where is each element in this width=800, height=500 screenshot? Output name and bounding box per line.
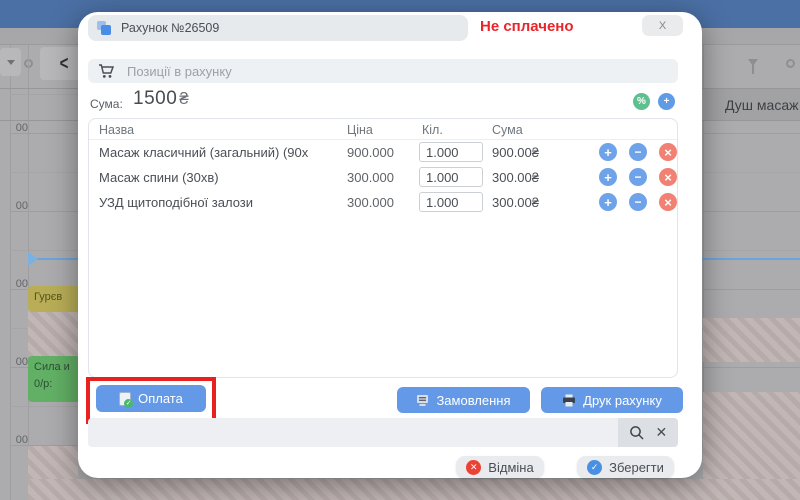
item-sum: 300.00₴	[492, 195, 539, 210]
items-search-field[interactable]: Позиції в рахунку	[88, 59, 678, 83]
discount-percent-button[interactable]: %	[633, 93, 650, 110]
sum-label: Сума:	[90, 97, 123, 111]
item-price: 900.000	[347, 145, 394, 160]
table-row: Масаж класичний (загальний) (90х 900.000…	[89, 140, 677, 165]
delete-item-button[interactable]	[659, 168, 677, 186]
clear-search-icon[interactable]: ✕	[656, 424, 668, 441]
filter-icon	[748, 59, 758, 66]
qty-input[interactable]	[419, 142, 483, 162]
column-header-qty: Кіл.	[422, 123, 443, 137]
busy-slot	[28, 479, 800, 500]
busy-slot	[28, 446, 78, 480]
item-price: 300.000	[347, 195, 394, 210]
chevron-down-icon	[7, 60, 15, 65]
busy-slot	[28, 305, 78, 357]
order-icon	[416, 394, 429, 407]
payment-check-icon: ✓	[119, 392, 131, 406]
event-title: Сила и	[34, 359, 74, 376]
cancel-button[interactable]: ✕ Відміна	[456, 456, 544, 478]
busy-slot	[703, 318, 800, 362]
cart-icon	[98, 63, 115, 79]
items-search-placeholder: Позиції в рахунку	[127, 64, 232, 79]
item-sum: 900.00₴	[492, 145, 539, 160]
invoice-items-table: Назва Ціна Кіл. Сума Масаж класичний (за…	[88, 118, 678, 378]
item-name: Масаж спини (30хв)	[99, 170, 219, 185]
order-button[interactable]: Замовлення	[397, 387, 530, 413]
delete-item-button[interactable]	[659, 143, 677, 161]
save-button[interactable]: ✓ Зберегти	[577, 456, 674, 478]
qty-input[interactable]	[419, 167, 483, 187]
sum-value: 1500₴	[133, 88, 189, 110]
increase-qty-button[interactable]	[599, 193, 617, 211]
table-header-row: Назва Ціна Кіл. Сума	[89, 119, 677, 140]
currency-symbol: ₴	[179, 89, 189, 108]
grid-line	[10, 45, 11, 500]
time-label: 00	[6, 356, 28, 368]
invoice-title: Рахунок №26509	[121, 21, 219, 35]
bottom-search-input[interactable]: ✕	[88, 418, 678, 447]
save-check-icon: ✓	[587, 460, 602, 475]
table-row: Масаж спини (30хв) 300.000 300.00₴	[89, 165, 677, 190]
current-time-marker-icon	[28, 252, 38, 266]
pay-button[interactable]: ✓ Оплата	[96, 385, 206, 412]
search-icon[interactable]	[629, 425, 645, 441]
invoice-icon	[97, 21, 112, 36]
column-header-sum: Сума	[492, 123, 523, 137]
time-label: 00	[6, 434, 28, 446]
print-invoice-button[interactable]: Друк рахунку	[541, 387, 683, 413]
decrease-qty-button[interactable]	[629, 143, 647, 161]
item-price: 300.000	[347, 170, 394, 185]
payment-status: Не сплачено	[480, 18, 574, 35]
item-name: Масаж класичний (загальний) (90х	[99, 145, 308, 160]
refresh-icon	[786, 59, 795, 68]
decrease-qty-button[interactable]	[629, 193, 647, 211]
increase-qty-button[interactable]	[599, 168, 617, 186]
grid-line	[28, 45, 29, 500]
event-title: Гурєв	[34, 291, 62, 303]
chevron-left-icon: <	[60, 52, 69, 74]
time-label: 00	[6, 278, 28, 290]
time-label: 00	[6, 122, 28, 134]
item-sum: 300.00₴	[492, 170, 539, 185]
column-header-price: Ціна	[347, 123, 373, 137]
increase-qty-button[interactable]	[599, 143, 617, 161]
column-header-name: Назва	[99, 123, 134, 137]
add-item-button[interactable]: +	[658, 93, 675, 110]
delete-item-button[interactable]	[659, 193, 677, 211]
search-controls: ✕	[618, 418, 678, 447]
date-dropdown[interactable]	[0, 48, 21, 76]
decrease-qty-button[interactable]	[629, 168, 647, 186]
invoice-modal: Рахунок №26509 Не сплачено X Позиції в р…	[78, 12, 702, 478]
calendar-event[interactable]: Гурєв	[28, 286, 80, 312]
calendar-event[interactable]: Сила и 0/р:	[28, 356, 80, 402]
table-row: УЗД щитоподібної залози 300.000 300.00₴	[89, 190, 677, 215]
qty-input[interactable]	[419, 192, 483, 212]
printer-icon	[562, 394, 576, 407]
time-label: 00	[6, 200, 28, 212]
resource-column-header[interactable]: Душ масаж	[703, 89, 800, 120]
close-button[interactable]: X	[642, 15, 683, 36]
item-name: УЗД щитоподібної залози	[99, 195, 253, 210]
invoice-title-chip: Рахунок №26509	[88, 15, 468, 41]
cancel-x-icon: ✕	[466, 460, 481, 475]
event-subtitle: 0/р:	[34, 376, 74, 393]
